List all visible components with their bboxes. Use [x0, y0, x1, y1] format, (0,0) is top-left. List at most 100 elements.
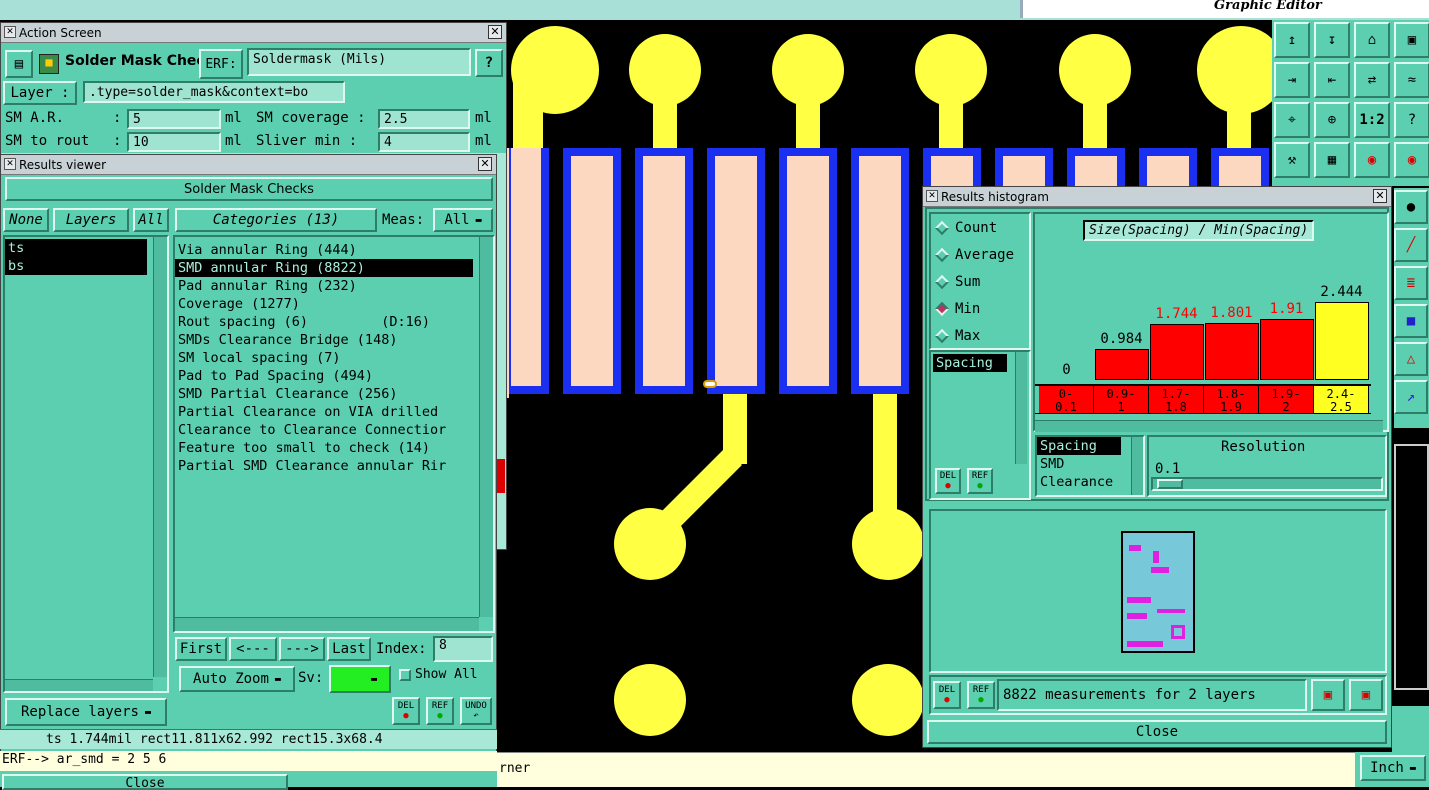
categories-button[interactable]: Categories (13) — [175, 208, 377, 232]
sv-select[interactable]: ▬ — [329, 665, 391, 693]
layer-item-ts[interactable]: ts — [5, 239, 147, 257]
close-icon[interactable]: ✕ — [478, 157, 492, 171]
histogram-bar[interactable] — [1315, 302, 1369, 380]
attr-scrollbar[interactable] — [1131, 437, 1143, 495]
mode-list-scrollbar[interactable] — [1015, 352, 1027, 464]
sm-coverage-field[interactable]: 2.5 — [378, 109, 470, 129]
index-field[interactable]: 8 — [433, 636, 493, 662]
mode-radio-max[interactable]: Max — [931, 322, 1029, 349]
histogram-x-cell[interactable]: 2.4- 2.5 — [1314, 386, 1369, 414]
sliver-field[interactable]: 4 — [378, 132, 470, 152]
mode-list-item[interactable]: Spacing — [933, 354, 1007, 372]
close-icon[interactable]: ✕ — [488, 25, 502, 39]
histogram-bar[interactable] — [1150, 324, 1204, 380]
histogram-x-cell[interactable]: 0.9- 1 — [1094, 386, 1149, 414]
layer-field[interactable]: .type=solder_mask&context=bo — [83, 81, 345, 103]
unit-select[interactable]: Inch ▬ — [1360, 755, 1426, 781]
category-item[interactable]: Pad to Pad Spacing (494) — [175, 367, 473, 385]
sm-ar-field[interactable]: 5 — [127, 109, 221, 129]
mode-radio-average[interactable]: Average — [931, 241, 1029, 268]
scale-icon[interactable]: 1:2 — [1354, 102, 1390, 138]
export-icon[interactable]: ▣ — [1311, 679, 1345, 711]
grid-icon[interactable]: ▦ — [1314, 142, 1350, 178]
route-icon[interactable]: ↗ — [1394, 380, 1428, 414]
replace-layers-button[interactable]: Replace layers ▬ — [5, 698, 167, 726]
help-button[interactable]: ? — [475, 49, 503, 77]
window-menu-icon[interactable]: ✕ — [4, 158, 16, 170]
category-item[interactable]: Via annular Ring (444) — [175, 241, 473, 259]
undo-button[interactable]: UNDO ↶ — [460, 697, 492, 725]
hist-ref-button[interactable]: REF ● — [967, 468, 993, 494]
summary-ref-button[interactable]: REF ● — [967, 681, 995, 709]
dot-icon[interactable]: ● — [1394, 190, 1428, 224]
chart-hscrollbar[interactable] — [1035, 420, 1383, 432]
layers-hscrollbar[interactable] — [5, 679, 153, 691]
fields-icon[interactable]: ≣ — [1394, 266, 1428, 300]
category-item[interactable]: SM local spacing (7) — [175, 349, 473, 367]
category-item[interactable]: Partial SMD Clearance annular Rir — [175, 457, 473, 475]
summary-del-button[interactable]: DEL ● — [933, 681, 961, 709]
close-button-main[interactable]: Close — [2, 774, 288, 790]
categories-hscrollbar[interactable] — [175, 617, 479, 631]
category-item[interactable]: Feature too small to check (14) — [175, 439, 473, 457]
next-button[interactable]: ---> — [279, 637, 325, 661]
arc-icon[interactable]: △ — [1394, 342, 1428, 376]
check-red-2-icon[interactable]: ◉ — [1394, 142, 1429, 178]
move-in-icon[interactable]: ⇥ — [1274, 62, 1310, 98]
snake-icon[interactable]: ≈ — [1394, 62, 1429, 98]
histogram-bar[interactable] — [1095, 349, 1149, 380]
histogram-bar[interactable] — [1260, 319, 1314, 380]
histogram-x-cell[interactable]: 1.9- 2 — [1259, 386, 1314, 414]
action-menu-icon[interactable]: ▤ — [5, 50, 33, 78]
prev-button[interactable]: <--- — [229, 637, 277, 661]
move-out-icon[interactable]: ⇤ — [1314, 62, 1350, 98]
window-menu-icon[interactable]: ✕ — [926, 190, 938, 202]
fit-icon[interactable]: ⌖ — [1274, 102, 1310, 138]
category-item[interactable]: SMD annular Ring (8822) — [175, 259, 473, 277]
window-menu-icon[interactable]: ✕ — [4, 26, 16, 38]
layer-button[interactable]: Layer : — [3, 81, 77, 105]
shapes-icon[interactable]: ■ — [1394, 304, 1428, 338]
category-item[interactable]: Partial Clearance on VIA drilled — [175, 403, 473, 421]
check-red-icon[interactable]: ◉ — [1354, 142, 1390, 178]
window-icon[interactable]: ▣ — [1394, 22, 1429, 58]
layers-scrollbar[interactable] — [153, 237, 167, 677]
resolution-slider-thumb[interactable] — [1157, 479, 1183, 489]
erf-field[interactable]: Soldermask (Mils) — [247, 48, 471, 76]
all-button[interactable]: All — [133, 208, 169, 232]
histogram-bar[interactable] — [1205, 323, 1259, 380]
mode-radio-count[interactable]: Count — [931, 214, 1029, 241]
attr-item-spacing[interactable]: Spacing — [1037, 437, 1121, 455]
histogram-close-button[interactable]: Close — [927, 720, 1387, 744]
mode-radio-sum[interactable]: Sum — [931, 268, 1029, 295]
del-button[interactable]: DEL ● — [392, 697, 420, 725]
attr-item-clearance[interactable]: Clearance — [1037, 473, 1143, 491]
ref-button[interactable]: REF ● — [426, 697, 454, 725]
mode-radio-min[interactable]: Min — [931, 295, 1029, 322]
line-icon[interactable]: ╱ — [1394, 228, 1428, 262]
show-all-checkbox[interactable] — [399, 669, 411, 681]
help-icon[interactable]: ? — [1394, 102, 1429, 138]
histogram-x-cell[interactable]: 1.8- 1.9 — [1204, 386, 1259, 414]
category-item[interactable]: SMD Partial Clearance (256) — [175, 385, 473, 403]
category-item[interactable]: Rout spacing (6) (D:16) — [175, 313, 473, 331]
home-icon[interactable]: ⌂ — [1354, 22, 1390, 58]
sm-rout-field[interactable]: 10 — [127, 132, 221, 152]
center-icon[interactable]: ⊕ — [1314, 102, 1350, 138]
histogram-x-cell[interactable]: 1.7- 1.8 — [1149, 386, 1204, 414]
category-item[interactable]: Coverage (1277) — [175, 295, 473, 313]
category-item[interactable]: Clearance to Clearance Connectior — [175, 421, 473, 439]
layers-button[interactable]: Layers — [53, 208, 129, 232]
auto-zoom-select[interactable]: Auto Zoom ▬ — [179, 666, 295, 692]
layer-item-bs[interactable]: bs — [5, 257, 147, 275]
resolution-slider[interactable] — [1151, 477, 1383, 491]
attr-item-smd[interactable]: SMD — [1037, 455, 1143, 473]
erf-button[interactable]: ERF: — [199, 49, 243, 79]
histogram-x-cell[interactable]: 0- 0.1 — [1039, 386, 1094, 414]
layer-up-icon[interactable]: ↥ — [1274, 22, 1310, 58]
import-icon[interactable]: ▣ — [1349, 679, 1383, 711]
tools-icon[interactable]: ⚒ — [1274, 142, 1310, 178]
category-item[interactable]: Pad annular Ring (232) — [175, 277, 473, 295]
hist-del-button[interactable]: DEL ● — [935, 468, 961, 494]
last-button[interactable]: Last — [327, 637, 371, 661]
